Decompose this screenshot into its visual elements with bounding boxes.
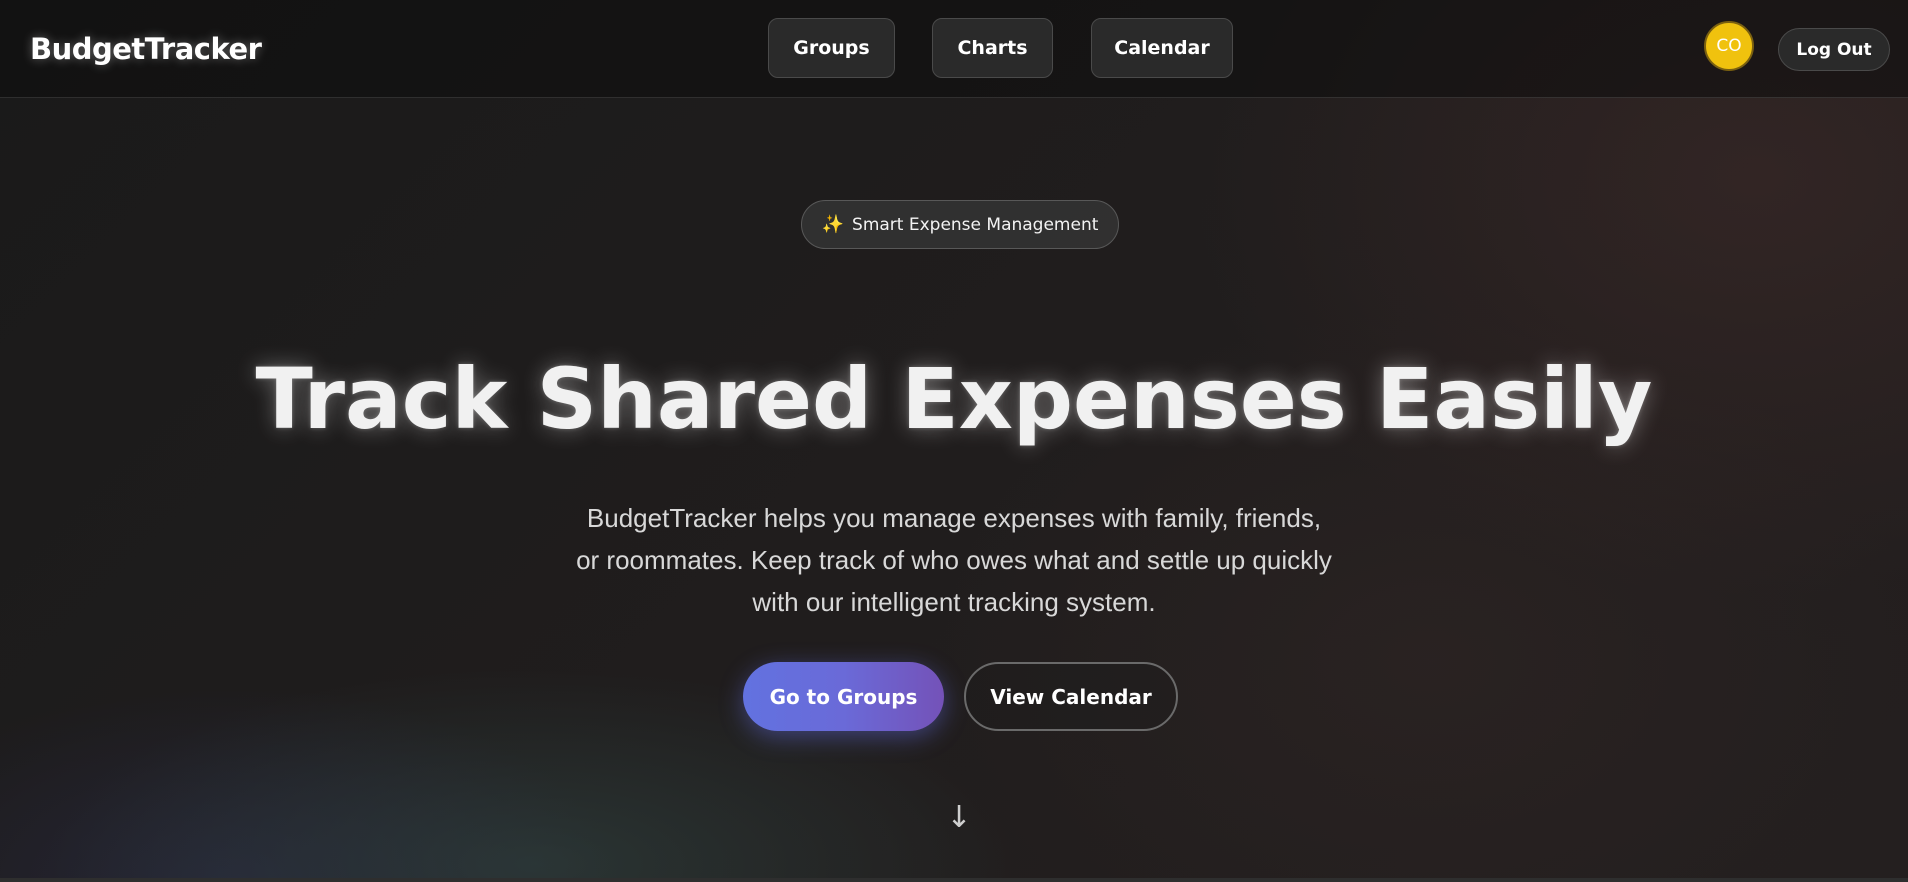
section-divider	[0, 878, 1908, 882]
main-nav: Groups Charts Calendar	[0, 18, 1908, 80]
view-calendar-button[interactable]: View Calendar	[964, 662, 1178, 731]
nav-charts-button[interactable]: Charts	[932, 18, 1053, 78]
nav-groups-button[interactable]: Groups	[768, 18, 895, 78]
nav-calendar-button[interactable]: Calendar	[1091, 18, 1233, 78]
hero-subtitle: BudgetTracker helps you manage expenses …	[576, 503, 1332, 617]
go-to-groups-button[interactable]: Go to Groups	[743, 662, 944, 731]
logout-button[interactable]: Log Out	[1778, 28, 1890, 71]
feature-badge: ✨ Smart Expense Management	[801, 200, 1119, 249]
top-navbar: BudgetTracker Groups Charts Calendar CO …	[0, 0, 1908, 98]
feature-badge-label: Smart Expense Management	[852, 214, 1099, 235]
user-avatar[interactable]: CO	[1704, 21, 1754, 71]
hero-title: Track Shared Expenses Easily	[255, 350, 1653, 448]
sparkles-icon: ✨	[821, 214, 845, 235]
arrow-down-icon[interactable]: ↓	[944, 800, 974, 835]
